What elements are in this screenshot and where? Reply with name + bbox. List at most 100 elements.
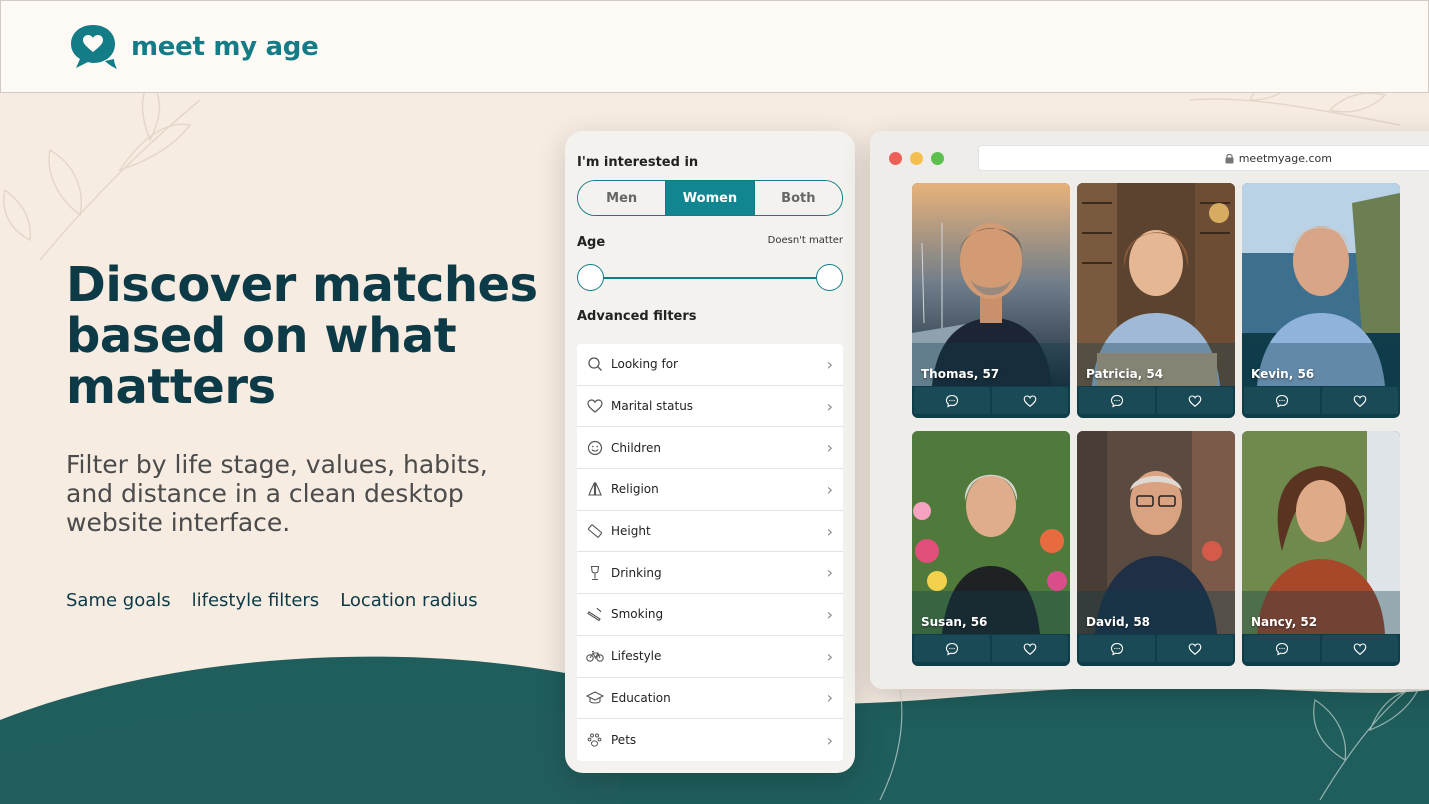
chevron-right-icon: › (826, 354, 833, 374)
age-slider-track[interactable] (591, 277, 831, 279)
profile-photo (1077, 431, 1235, 634)
bicycle-icon (585, 646, 605, 666)
window-controls (889, 152, 944, 165)
age-slider-min-handle[interactable] (577, 264, 604, 291)
profile-actions (1244, 635, 1398, 662)
chat-bubble-icon (1110, 394, 1124, 407)
filter-item-education[interactable]: Education › (577, 678, 843, 720)
profile-actions (914, 387, 1068, 414)
chevron-right-icon: › (826, 646, 833, 666)
heart-icon (1353, 394, 1367, 407)
ruler-icon (585, 521, 605, 541)
filter-item-label: Religion (611, 482, 659, 497)
heart-icon (1023, 394, 1037, 407)
advanced-filters-label: Advanced filters (577, 309, 697, 324)
heart-icon (1023, 642, 1037, 655)
message-button[interactable] (1079, 387, 1155, 414)
like-button[interactable] (1157, 387, 1233, 414)
profile-card[interactable]: David, 58 (1077, 431, 1235, 666)
like-button[interactable] (992, 387, 1068, 414)
heart-icon (585, 396, 605, 416)
profile-card[interactable]: Thomas, 57 (912, 183, 1070, 418)
filter-item-pets[interactable]: Pets › (577, 719, 843, 761)
message-button[interactable] (914, 635, 990, 662)
praying-hands-icon (585, 479, 605, 499)
interest-option-women[interactable]: Women (665, 181, 754, 215)
browser-window: meetmyage.com Thomas, 57 Patricia, 54 Ke… (870, 131, 1429, 689)
chevron-right-icon: › (826, 604, 833, 624)
like-button[interactable] (1322, 387, 1398, 414)
smiley-icon (585, 438, 605, 458)
filter-item-label: Pets (611, 733, 637, 748)
profile-photo (1242, 183, 1400, 386)
filter-item-lifestyle[interactable]: Lifestyle › (577, 636, 843, 678)
age-note: Doesn't matter (767, 235, 843, 246)
age-slider-max-handle[interactable] (816, 264, 843, 291)
chat-bubble-icon (1275, 642, 1289, 655)
brand-logo[interactable]: meet my age (67, 21, 319, 73)
like-button[interactable] (1322, 635, 1398, 662)
filter-item-religion[interactable]: Religion › (577, 469, 843, 511)
age-label: Age (577, 235, 606, 250)
feature-tags: Same goals lifestyle filters Location ra… (66, 590, 478, 611)
filter-item-marital-status[interactable]: Marital status › (577, 386, 843, 428)
filter-item-label: Children (611, 440, 661, 455)
address-bar[interactable]: meetmyage.com (978, 145, 1429, 171)
filter-item-label: Looking for (611, 357, 678, 372)
close-window-button[interactable] (889, 152, 902, 165)
interest-label: I'm interested in (577, 155, 699, 170)
message-button[interactable] (1244, 387, 1320, 414)
profile-card[interactable]: Nancy, 52 (1242, 431, 1400, 666)
filter-item-label: Education (611, 690, 671, 705)
profile-card[interactable]: Kevin, 56 (1242, 183, 1400, 418)
message-button[interactable] (1079, 635, 1155, 662)
heart-icon (1188, 642, 1202, 655)
chevron-right-icon: › (826, 479, 833, 499)
chat-heart-logo-icon (71, 24, 117, 69)
minimize-window-button[interactable] (910, 152, 923, 165)
profile-actions (1079, 387, 1233, 414)
profile-name: Susan, 56 (921, 615, 988, 629)
cigarette-icon (585, 604, 605, 624)
feature-tag: Same goals (66, 590, 171, 611)
profile-photo (1077, 183, 1235, 386)
profile-card[interactable]: Patricia, 54 (1077, 183, 1235, 418)
chevron-right-icon: › (826, 730, 833, 750)
message-button[interactable] (914, 387, 990, 414)
interest-option-men[interactable]: Men (578, 181, 666, 215)
profile-name: Nancy, 52 (1251, 615, 1318, 629)
filter-item-label: Drinking (611, 565, 662, 580)
profile-name: Thomas, 57 (921, 367, 1000, 381)
lock-icon (1225, 153, 1234, 163)
interest-option-both[interactable]: Both (753, 181, 842, 215)
profile-actions (914, 635, 1068, 662)
search-icon (585, 354, 605, 374)
filter-item-height[interactable]: Height › (577, 511, 843, 553)
chevron-right-icon: › (826, 688, 833, 708)
paw-icon (585, 730, 605, 750)
maximize-window-button[interactable] (931, 152, 944, 165)
like-button[interactable] (992, 635, 1068, 662)
advanced-filter-list: Looking for › Marital status › Children … (577, 344, 843, 761)
filter-item-label: Smoking (611, 607, 664, 622)
filter-item-drinking[interactable]: Drinking › (577, 552, 843, 595)
hero-subtitle: Filter by life stage, values, habits, an… (66, 450, 488, 537)
feature-tag: lifestyle filters (191, 590, 320, 611)
heart-icon (1188, 394, 1202, 407)
graduation-cap-icon (585, 688, 605, 708)
like-button[interactable] (1157, 635, 1233, 662)
interest-segmented-control: Men Women Both (577, 180, 843, 216)
filter-item-children[interactable]: Children › (577, 427, 843, 470)
profile-photo (1242, 431, 1400, 634)
chevron-right-icon: › (826, 521, 833, 541)
profile-name: Kevin, 56 (1251, 367, 1315, 381)
profile-card[interactable]: Susan, 56 (912, 431, 1070, 666)
hero-title: Discover matches based on what matters (66, 257, 538, 415)
message-button[interactable] (1244, 635, 1320, 662)
filter-item-smoking[interactable]: Smoking › (577, 594, 843, 636)
filter-item-looking-for[interactable]: Looking for › (577, 344, 843, 386)
profile-name: Patricia, 54 (1086, 367, 1164, 381)
profile-actions (1079, 635, 1233, 662)
filter-item-label: Height (611, 524, 651, 539)
chevron-right-icon: › (826, 563, 833, 583)
